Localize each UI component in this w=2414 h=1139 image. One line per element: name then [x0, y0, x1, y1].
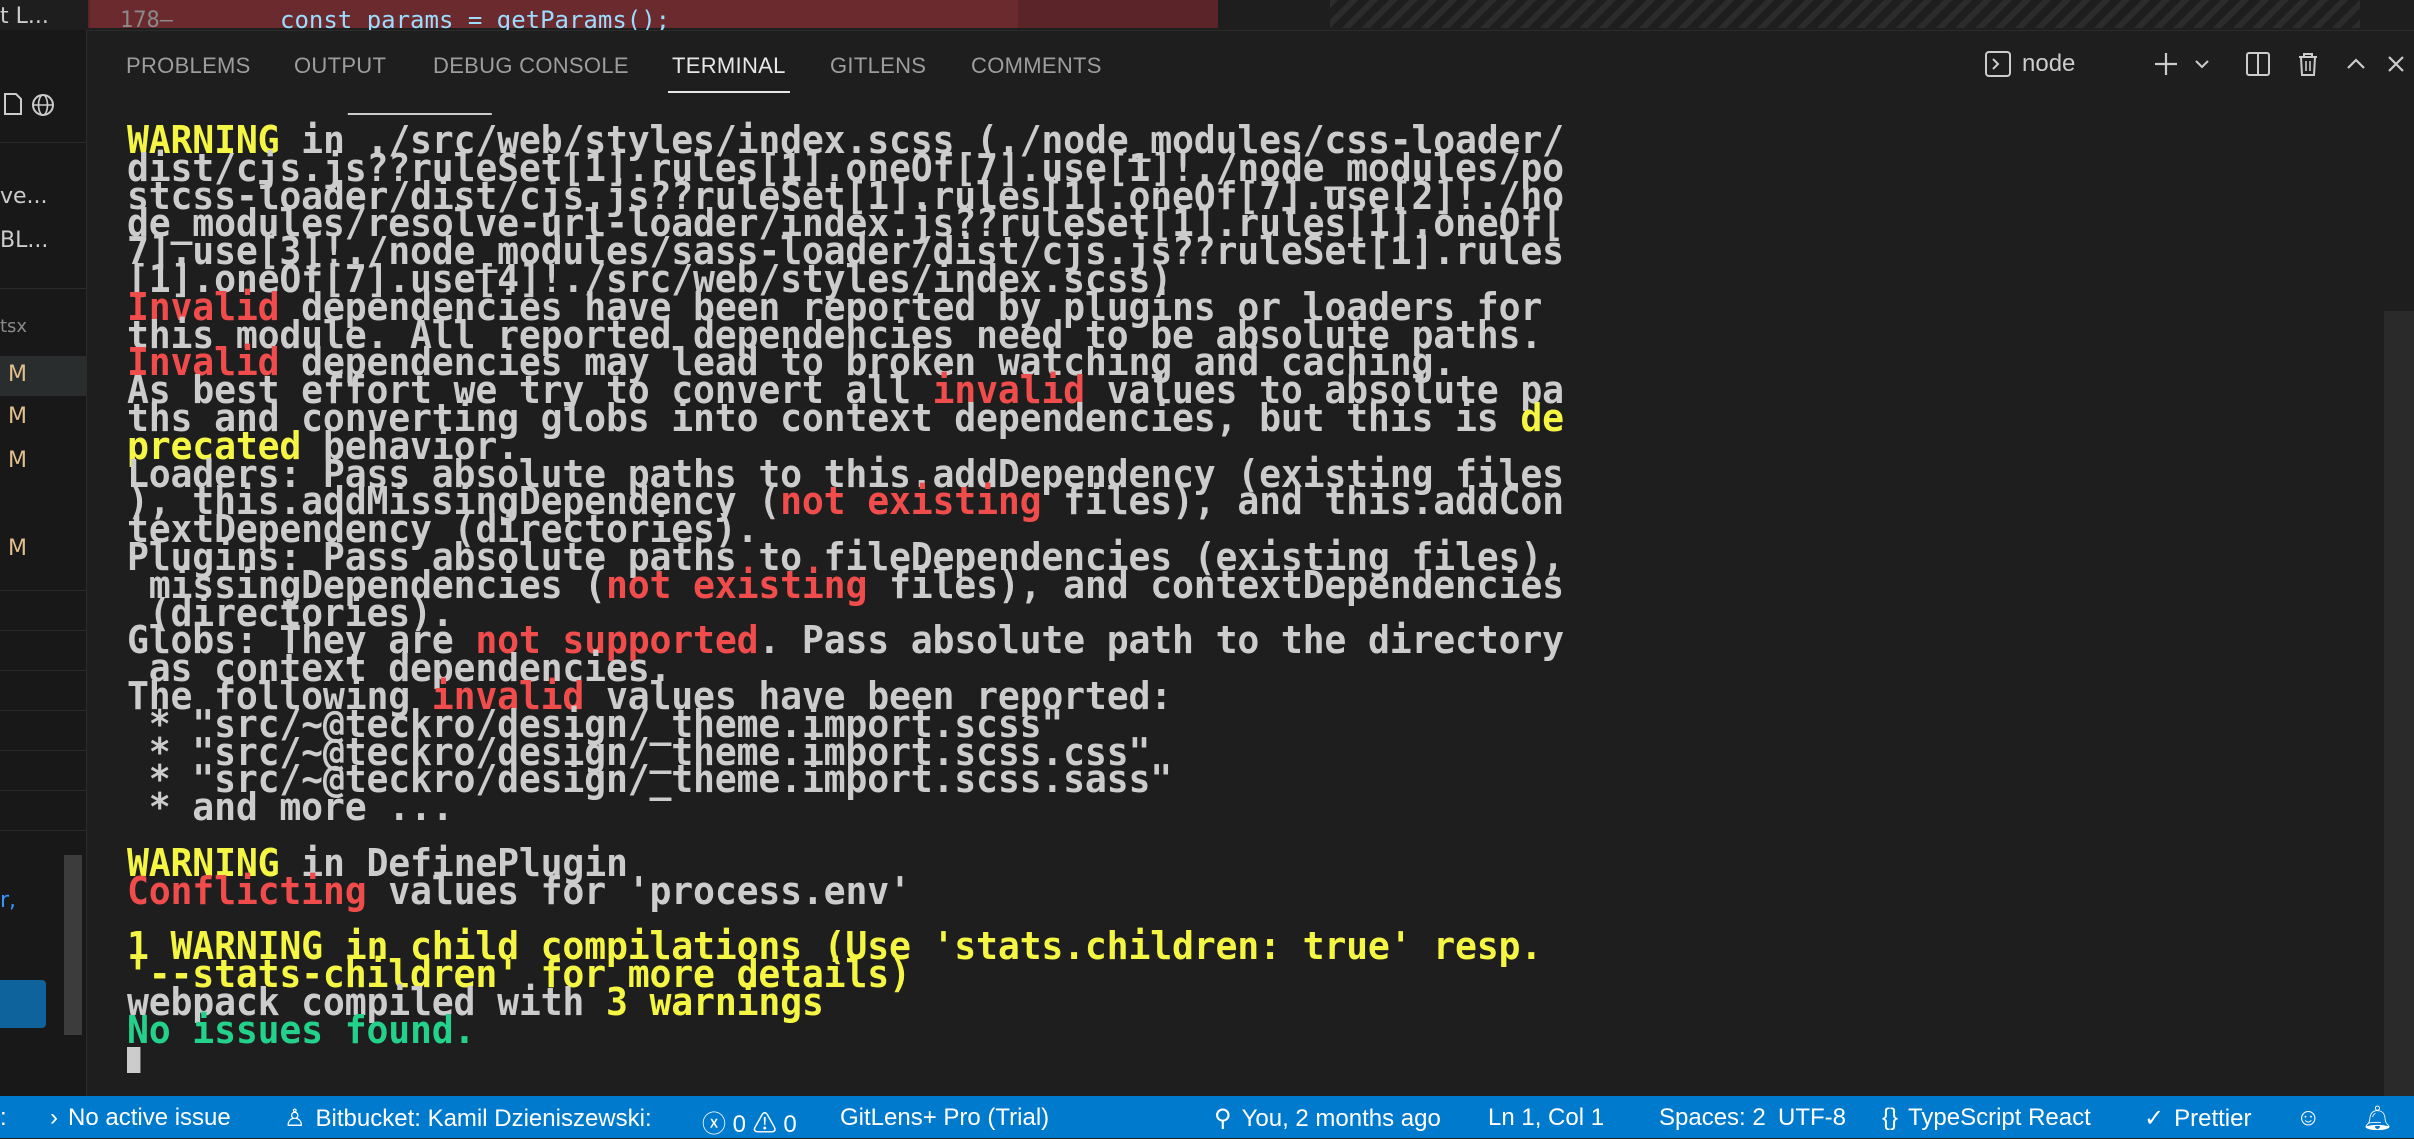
- git-commit-icon: ⚲: [1214, 1105, 1232, 1132]
- sidebar-divider: [0, 590, 86, 591]
- status-blame[interactable]: ⚲ You, 2 months ago: [1214, 1104, 1441, 1133]
- terminal-line: missingDependencies (not existing files)…: [127, 566, 2325, 604]
- terminal-text-segment: files), and contextDependencies: [867, 562, 1564, 607]
- editor-strip: t L... 178— const params = getParams();: [0, 0, 2414, 34]
- braces-icon: {}: [1882, 1104, 1899, 1131]
- status-encoding[interactable]: UTF-8: [1778, 1104, 1846, 1132]
- status-cursor-position[interactable]: Ln 1, Col 1: [1488, 1104, 1604, 1132]
- sidebar-item-ext: tsx: [0, 316, 28, 337]
- terminal-selector[interactable]: node: [1984, 47, 2124, 81]
- status-fragment[interactable]: :: [0, 1104, 7, 1132]
- tab-terminal[interactable]: TERMINAL: [668, 53, 790, 93]
- terminal-text-segment: Conflicting: [127, 868, 367, 913]
- sidebar-divider: [0, 288, 86, 289]
- tab-gitlens[interactable]: GITLENS: [830, 53, 926, 79]
- terminal-line: Conflicting values for 'process.env': [127, 872, 2325, 910]
- terminal-text-segment: de: [1520, 395, 1564, 440]
- terminal-text-segment: . Pass absolute path to the directory: [758, 618, 1564, 663]
- tab-output[interactable]: OUTPUT: [294, 53, 386, 79]
- status-indentation[interactable]: Spaces: 2: [1659, 1104, 1766, 1132]
- sidebar-scrollbar[interactable]: [64, 855, 82, 1035]
- status-gitlens[interactable]: GitLens+ Pro (Trial): [840, 1104, 1049, 1132]
- status-problems[interactable]: ⓧ 0 ⚠ 0: [702, 1104, 797, 1139]
- sidebar-item[interactable]: ve...: [0, 184, 48, 209]
- terminal-lines: WARNING in ./src/web/styles/index.scss (…: [127, 121, 2325, 1049]
- sidebar-divider: [0, 670, 86, 671]
- terminal-cursor: [127, 1046, 141, 1073]
- tab-problems[interactable]: PROBLEMS: [126, 53, 251, 79]
- sidebar-divider: [0, 630, 86, 631]
- terminal-text-segment: No issues found.: [127, 1007, 476, 1052]
- terminal-output[interactable]: WARNING in ./src/web/styles/index.scss (…: [127, 113, 2325, 1087]
- terminal-text-segment: values for 'process.env': [366, 868, 911, 913]
- globe-icon[interactable]: [30, 92, 56, 118]
- close-icon[interactable]: [2378, 47, 2414, 81]
- terminal-icon: [1985, 51, 2011, 77]
- split-terminal-icon[interactable]: [2240, 47, 2276, 81]
- sidebar-item-selected[interactable]: M: [0, 356, 86, 396]
- warning-icon: ⚠: [752, 1111, 777, 1138]
- terminal-scrollbar[interactable]: [2384, 311, 2414, 1101]
- trash-icon[interactable]: [2290, 47, 2326, 81]
- editor-tab-fragment[interactable]: t L...: [0, 4, 49, 29]
- chevron-down-icon[interactable]: [2188, 47, 2216, 81]
- terminal-text-segment: not existing: [780, 479, 1042, 524]
- terminal-divider: [347, 113, 492, 115]
- sidebar-divider: [0, 830, 86, 831]
- sidebar-item[interactable]: BL...: [0, 228, 48, 253]
- error-icon: ⓧ: [702, 1111, 726, 1138]
- status-bitbucket[interactable]: ♙ Bitbucket: Kamil Dzieniszewski:: [284, 1104, 652, 1133]
- maximize-panel-icon[interactable]: [2338, 47, 2374, 81]
- sidebar-primary-button[interactable]: [0, 980, 46, 1028]
- new-terminal-icon[interactable]: [2148, 47, 2184, 81]
- terminal-text-segment: 3 warnings: [605, 979, 824, 1024]
- modified-badge: M: [8, 362, 27, 387]
- status-formatter[interactable]: ✓ Prettier: [2144, 1104, 2251, 1133]
- terminal-text-segment: not existing: [605, 562, 868, 607]
- feedback-icon[interactable]: ☺: [2296, 1104, 2321, 1132]
- diff-hatch-area: [1330, 0, 2360, 28]
- chevron-right-icon: ›: [50, 1104, 58, 1131]
- terminal-line: No issues found.: [127, 1011, 2325, 1049]
- terminal-line: * "src/~@teckro/design/_theme.import.scs…: [127, 760, 2325, 798]
- double-check-icon: ✓: [2144, 1105, 2165, 1132]
- sidebar-link[interactable]: r,: [0, 888, 16, 913]
- modified-badge: M: [8, 448, 27, 473]
- terminal-text-segment: * and more ...: [127, 785, 454, 830]
- tab-comments[interactable]: COMMENTS: [971, 53, 1102, 79]
- sidebar-divider: [0, 790, 86, 791]
- terminal-name: node: [2022, 50, 2076, 77]
- explorer-sidebar: ve... BL... tsx M M M M r,: [0, 30, 87, 1096]
- terminal-text-segment: files), and this.addCon: [1041, 479, 1564, 524]
- file-icon[interactable]: [2, 92, 24, 116]
- modified-badge: M: [8, 404, 27, 429]
- person-icon: ♙: [284, 1105, 306, 1132]
- tab-debug-console[interactable]: DEBUG CONSOLE: [433, 53, 629, 79]
- modified-badge: M: [8, 536, 27, 561]
- sidebar-divider: [0, 142, 86, 143]
- status-active-issue[interactable]: › No active issue: [50, 1104, 231, 1132]
- sidebar-divider: [0, 710, 86, 711]
- status-bar: : › No active issue ♙ Bitbucket: Kamil Dzi…: [0, 1096, 2414, 1138]
- sidebar-divider: [0, 750, 86, 751]
- bottom-panel: PROBLEMS OUTPUT DEBUG CONSOLE TERMINAL G…: [87, 30, 2414, 1101]
- status-language[interactable]: {} TypeScript React: [1882, 1104, 2091, 1132]
- notifications-bell-icon[interactable]: 🔔︎: [2362, 1104, 2392, 1133]
